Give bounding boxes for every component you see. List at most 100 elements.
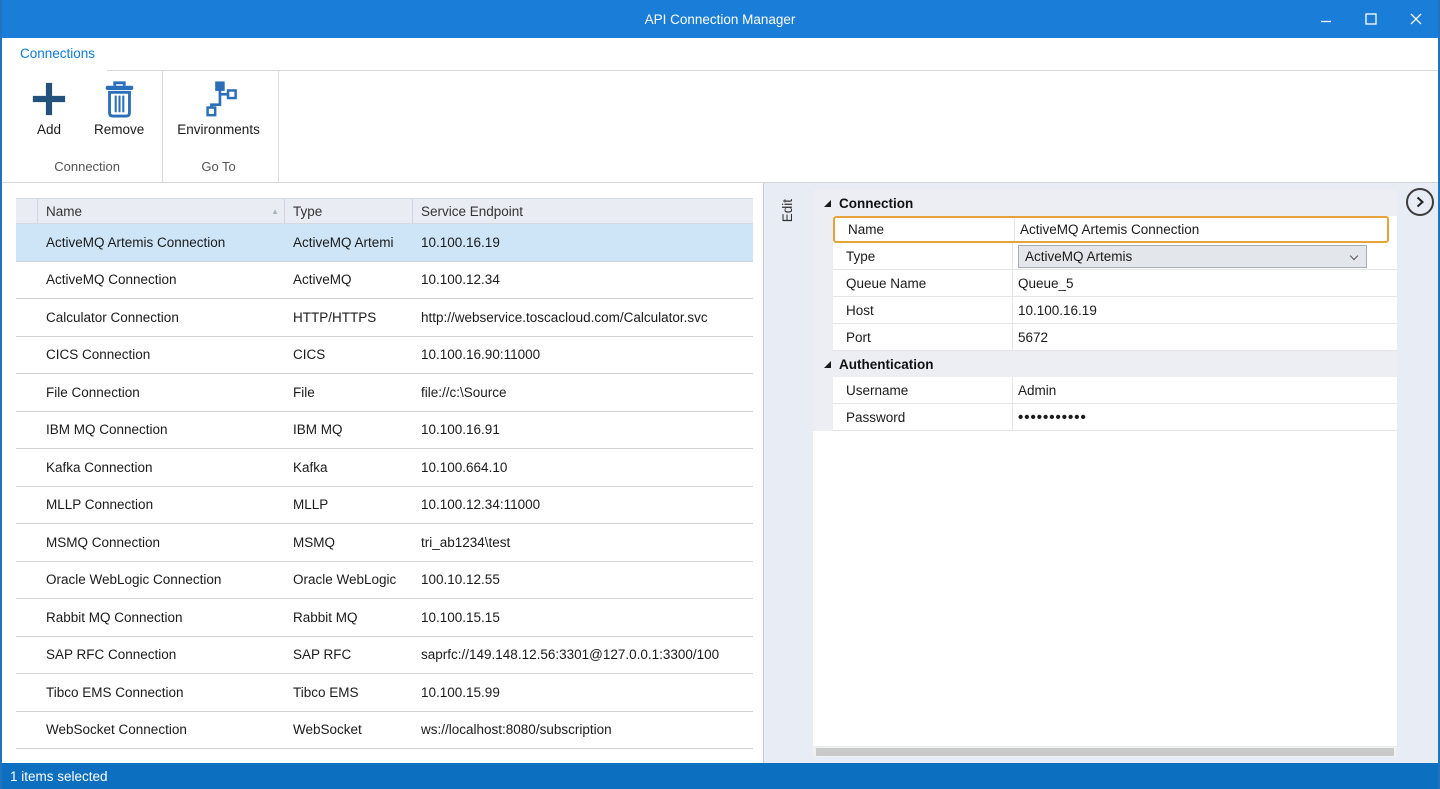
field-row-gutter <box>813 404 833 431</box>
column-header-label: Type <box>293 204 322 219</box>
table-row[interactable]: Tibco EMS ConnectionTibco EMS10.100.15.9… <box>16 674 753 712</box>
field-row-body: Username Admin <box>833 377 1397 404</box>
section-header-connection[interactable]: Connection <box>813 190 1397 216</box>
table-header-row: Name ▲ Type Service Endpoint <box>16 198 753 224</box>
field-row-host: Host10.100.16.19 <box>813 297 1397 324</box>
field-value[interactable]: Admin <box>1013 377 1397 403</box>
cell-name: ActiveMQ Connection <box>38 262 285 299</box>
cell-name: CICS Connection <box>38 337 285 374</box>
table-row[interactable]: Kafka ConnectionKafka10.100.664.10 <box>16 449 753 487</box>
cell-name: Calculator Connection <box>38 299 285 336</box>
field-row-gutter <box>813 297 833 324</box>
column-header-type[interactable]: Type <box>285 199 413 223</box>
connection-list-panel: Name▲TypeService EndpointActiveMQ Artemi… <box>2 183 764 763</box>
connection-table: Name▲TypeService EndpointActiveMQ Artemi… <box>16 198 753 749</box>
field-label: Username <box>833 377 1013 403</box>
table-row[interactable]: IBM MQ ConnectionIBM MQ10.100.16.91 <box>16 412 753 450</box>
table-row[interactable]: ActiveMQ ConnectionActiveMQ10.100.12.34 <box>16 262 753 300</box>
table-row[interactable]: Rabbit MQ ConnectionRabbit MQ10.100.15.1… <box>16 599 753 637</box>
cell-type: Kafka <box>285 449 413 486</box>
field-value[interactable]: 5672 <box>1013 324 1397 350</box>
table-row[interactable]: CICS ConnectionCICS10.100.16.90:11000 <box>16 337 753 375</box>
field-value[interactable]: ••••••••••• <box>1013 404 1397 430</box>
section-expander-icon <box>824 200 831 207</box>
cell-type: File <box>285 374 413 411</box>
edit-panel-tab[interactable]: Edit <box>780 199 795 222</box>
table-row[interactable]: WebSocket ConnectionWebSocketws://localh… <box>16 712 753 750</box>
column-header-label: Name <box>46 204 82 219</box>
sort-asc-icon: ▲ <box>271 207 279 216</box>
row-gutter-cell <box>16 637 38 674</box>
table-row[interactable]: ActiveMQ Artemis ConnectionActiveMQ Arte… <box>16 224 753 262</box>
main-content: Name▲TypeService EndpointActiveMQ Artemi… <box>2 183 1438 763</box>
cell-endpoint: saprfc://149.148.12.56:3301@127.0.0.1:33… <box>413 637 753 674</box>
row-gutter-cell <box>16 299 38 336</box>
row-gutter-cell <box>16 224 38 261</box>
ribbon: AddRemoveConnectionEnvironmentsGo To <box>2 71 1438 183</box>
row-gutter-cell <box>16 412 38 449</box>
section-title: Connection <box>839 196 913 211</box>
cell-name: Kafka Connection <box>38 449 285 486</box>
table-row[interactable]: Calculator ConnectionHTTP/HTTPShttp://we… <box>16 299 753 337</box>
column-header-name[interactable]: Name ▲ <box>38 199 285 223</box>
cell-endpoint: ws://localhost:8080/subscription <box>413 712 753 749</box>
field-value[interactable]: Queue_5 <box>1013 270 1397 296</box>
ribbon-button-row: Add Remove <box>26 75 148 153</box>
field-row-gutter <box>813 270 833 297</box>
section-header-authentication[interactable]: Authentication <box>813 351 1397 377</box>
ribbon-button-label: Environments <box>177 122 260 137</box>
cell-name: Rabbit MQ Connection <box>38 599 285 636</box>
header-gutter-cell <box>16 199 38 223</box>
field-row-gutter <box>813 324 833 351</box>
cell-endpoint: tri_ab1234\test <box>413 524 753 561</box>
field-row-password: Password••••••••••• <box>813 404 1397 431</box>
hscrollbar-thumb[interactable] <box>816 748 1394 756</box>
cell-name: ActiveMQ Artemis Connection <box>38 224 285 261</box>
cell-type: Rabbit MQ <box>285 599 413 636</box>
collapse-panel-button[interactable] <box>1406 188 1434 216</box>
menubar: Connections <box>2 38 1438 71</box>
cell-name: File Connection <box>38 374 285 411</box>
horizontal-scrollbar[interactable] <box>813 747 1397 757</box>
dropdown-selected-value: ActiveMQ Artemis <box>1025 249 1132 264</box>
ribbon-button-label: Remove <box>94 122 144 137</box>
cell-endpoint: 10.100.15.15 <box>413 599 753 636</box>
field-value[interactable]: ActiveMQ Artemis Connection <box>1015 218 1387 241</box>
field-row-body: Password••••••••••• <box>833 404 1397 431</box>
row-gutter-cell <box>16 562 38 599</box>
field-row-body: NameActiveMQ Artemis Connection <box>833 216 1389 243</box>
cell-endpoint: 10.100.664.10 <box>413 449 753 486</box>
field-label: Port <box>833 324 1013 350</box>
field-row-body: TypeActiveMQ Artemis <box>833 243 1397 270</box>
table-row[interactable]: File ConnectionFilefile://c:\Source <box>16 374 753 412</box>
row-gutter-cell <box>16 374 38 411</box>
row-gutter-cell <box>16 712 38 749</box>
tab-connections[interactable]: Connections <box>18 38 97 71</box>
window-title: API Connection Manager <box>2 12 1438 27</box>
field-value[interactable]: 10.100.16.19 <box>1013 297 1397 323</box>
field-value-text: Queue_5 <box>1018 276 1074 291</box>
chevron-down-icon <box>1350 251 1358 259</box>
environments-graph-icon <box>200 77 238 121</box>
type-dropdown[interactable]: ActiveMQ Artemis <box>1018 245 1367 268</box>
ribbon-group-label: Go To <box>173 153 264 182</box>
status-text: 1 items selected <box>10 769 108 784</box>
cell-name: MSMQ Connection <box>38 524 285 561</box>
row-gutter-cell <box>16 262 38 299</box>
cell-type: WebSocket <box>285 712 413 749</box>
field-row-type: TypeActiveMQ Artemis <box>813 243 1397 270</box>
cell-name: IBM MQ Connection <box>38 412 285 449</box>
cell-type: ActiveMQ <box>285 262 413 299</box>
field-value-text: ActiveMQ Artemis Connection <box>1020 222 1199 237</box>
table-row[interactable]: Oracle WebLogic ConnectionOracle WebLogi… <box>16 562 753 600</box>
environments-button[interactable]: Environments <box>173 75 264 139</box>
remove-button[interactable]: Remove <box>90 75 148 139</box>
table-row[interactable]: MLLP ConnectionMLLP10.100.12.34:11000 <box>16 487 753 525</box>
table-row[interactable]: SAP RFC ConnectionSAP RFCsaprfc://149.14… <box>16 637 753 675</box>
add-button[interactable]: Add <box>26 75 72 139</box>
field-value-text: Admin <box>1018 383 1056 398</box>
field-value: ActiveMQ Artemis <box>1013 243 1397 269</box>
property-grid: Connection NameActiveMQ Artemis Connectio… <box>813 190 1397 746</box>
column-header-service-endpoint[interactable]: Service Endpoint <box>413 199 753 223</box>
table-row[interactable]: MSMQ ConnectionMSMQtri_ab1234\test <box>16 524 753 562</box>
